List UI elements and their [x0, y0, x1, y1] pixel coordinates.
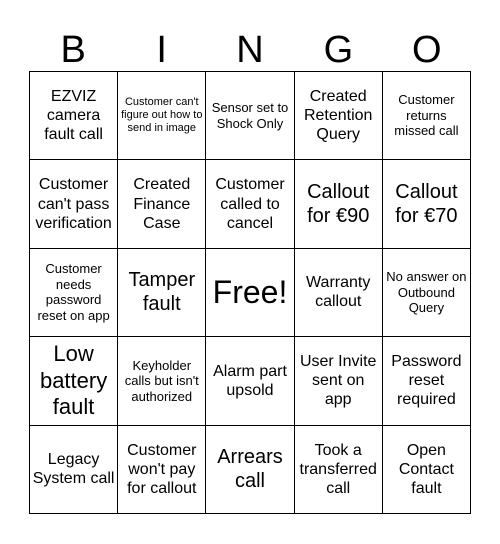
header-letter-i: I — [156, 29, 167, 71]
bingo-cell[interactable]: Created Finance Case — [118, 160, 207, 249]
bingo-cell[interactable]: Created Retention Query — [294, 72, 383, 161]
bingo-cell[interactable]: Customer returns missed call — [382, 72, 471, 161]
bingo-cell[interactable]: Arrears call — [206, 425, 295, 514]
bingo-header: B I N G O — [29, 28, 471, 72]
header-letter-n: N — [236, 29, 264, 71]
bingo-cell[interactable]: EZVIZ camera fault call — [30, 72, 119, 161]
bingo-cell[interactable]: Warranty callout — [294, 248, 383, 338]
bingo-cell[interactable]: Sensor set to Shock Only — [206, 72, 295, 161]
bingo-cell[interactable]: Callout for €90 — [294, 160, 383, 249]
header-letter-b: B — [60, 29, 86, 71]
bingo-cell[interactable]: Callout for €70 — [382, 160, 471, 249]
free-space-cell[interactable]: Free! — [206, 248, 295, 338]
header-letter-o: O — [412, 29, 442, 71]
bingo-grid: EZVIZ camera fault call Customer can't fi… — [29, 71, 471, 514]
bingo-cell[interactable]: Legacy System call — [30, 425, 119, 514]
bingo-cell[interactable]: Took a transferred call — [294, 425, 383, 514]
bingo-cell[interactable]: Customer called to cancel — [206, 160, 295, 249]
bingo-cell[interactable]: Low battery fault — [30, 337, 119, 426]
header-letter-g: G — [323, 29, 354, 71]
bingo-cell[interactable]: Customer can't pass verification — [30, 160, 119, 249]
bingo-cell[interactable]: Customer can't figure out how to send in… — [118, 72, 207, 161]
bingo-cell[interactable]: Customer needs password reset on app — [30, 248, 119, 338]
bingo-cell[interactable]: Password reset required — [382, 337, 471, 426]
bingo-cell[interactable]: Tamper fault — [118, 248, 207, 338]
bingo-cell[interactable]: Keyholder calls but isn't authorized — [118, 337, 207, 426]
bingo-cell[interactable]: Open Contact fault — [382, 425, 471, 514]
bingo-cell[interactable]: Alarm part upsold — [206, 337, 295, 426]
bingo-cell[interactable]: User Invite sent on app — [294, 337, 383, 426]
bingo-cell[interactable]: Customer won't pay for callout — [118, 425, 207, 514]
bingo-cell[interactable]: No answer on Outbound Query — [382, 248, 471, 338]
